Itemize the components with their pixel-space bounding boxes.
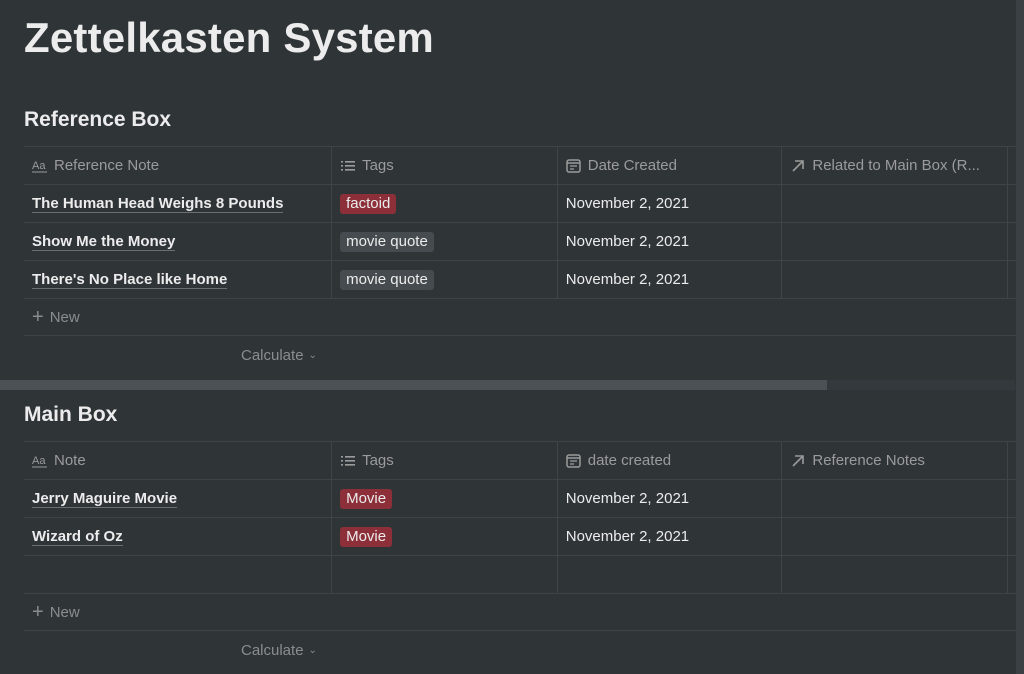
tag-badge: Movie xyxy=(340,488,393,509)
date-cell[interactable]: November 2, 2021 xyxy=(558,480,783,517)
main-box-title[interactable]: Main Box xyxy=(24,403,117,427)
date-value: November 2, 2021 xyxy=(565,233,690,250)
column-header-reference-notes[interactable]: Reference Notes xyxy=(782,442,1009,479)
empty-table-row[interactable] xyxy=(24,556,1024,594)
plus-icon: + xyxy=(32,306,44,328)
list-icon xyxy=(340,158,356,174)
column-label: Tags xyxy=(362,157,394,174)
note-title[interactable]: There's No Place like Home xyxy=(32,271,228,289)
table-row[interactable]: There's No Place like Home movie quote N… xyxy=(24,261,1024,299)
horizontal-scrollbar[interactable] xyxy=(0,380,1015,390)
table-row[interactable]: The Human Head Weighs 8 Pounds factoid N… xyxy=(24,185,1024,223)
note-cell[interactable]: Jerry Maguire Movie xyxy=(24,480,333,517)
column-label: Date Created xyxy=(587,157,677,174)
tag-badge: movie quote xyxy=(340,269,434,290)
date-cell[interactable]: November 2, 2021 xyxy=(558,223,783,260)
column-header-reference-note[interactable]: Aa Reference Note xyxy=(24,147,333,184)
calculate-button[interactable]: Calculate ⌄ xyxy=(241,642,317,659)
column-label: Note xyxy=(54,452,86,469)
note-cell[interactable]: Wizard of Oz xyxy=(24,518,333,555)
new-label: New xyxy=(49,603,80,621)
note-title[interactable]: Jerry Maguire Movie xyxy=(32,490,178,508)
vertical-scrollbar[interactable] xyxy=(1016,0,1024,674)
column-label: Reference Note xyxy=(54,157,160,174)
date-value: November 2, 2021 xyxy=(565,490,690,507)
text-aa-icon: Aa xyxy=(32,158,48,174)
column-header-related[interactable]: Related to Main Box (R... xyxy=(782,147,1009,184)
note-title[interactable]: The Human Head Weighs 8 Pounds xyxy=(32,195,284,213)
chevron-down-icon: ⌄ xyxy=(308,349,317,361)
column-header-tags[interactable]: Tags xyxy=(332,147,558,184)
column-header-note[interactable]: Aa Note xyxy=(24,442,333,479)
table-row[interactable]: Wizard of Oz Movie November 2, 2021 xyxy=(24,518,1024,556)
relation-cell[interactable] xyxy=(782,223,1009,260)
calendar-icon xyxy=(566,453,582,469)
svg-text:Aa: Aa xyxy=(32,160,46,172)
date-cell[interactable]: November 2, 2021 xyxy=(558,185,783,222)
calculate-row: Calculate ⌄ xyxy=(24,336,1024,374)
calculate-label: Calculate xyxy=(241,641,304,659)
column-header-date-created[interactable]: Date Created xyxy=(558,147,783,184)
note-title[interactable]: Wizard of Oz xyxy=(32,528,123,546)
new-row-button[interactable]: + New xyxy=(24,299,1024,336)
relation-cell[interactable] xyxy=(782,261,1009,298)
relation-arrow-icon xyxy=(790,158,806,174)
note-title[interactable]: Show Me the Money xyxy=(32,233,176,251)
note-cell[interactable]: The Human Head Weighs 8 Pounds xyxy=(24,185,333,222)
column-label: Related to Main Box (R... xyxy=(812,157,980,174)
new-label: New xyxy=(49,308,80,326)
column-label: Tags xyxy=(362,452,394,469)
relation-cell[interactable] xyxy=(782,518,1009,555)
table-header-row: Aa Reference Note Tags Date Created Rela… xyxy=(24,146,1024,185)
relation-arrow-icon xyxy=(790,453,806,469)
tag-badge: Movie xyxy=(340,526,393,547)
text-aa-icon: Aa xyxy=(32,453,48,469)
tags-cell[interactable]: movie quote xyxy=(332,223,558,260)
reference-box-title[interactable]: Reference Box xyxy=(24,108,171,132)
relation-cell[interactable] xyxy=(782,480,1009,517)
tag-badge: factoid xyxy=(340,193,397,214)
column-header-date-created[interactable]: date created xyxy=(558,442,783,479)
column-header-tags[interactable]: Tags xyxy=(332,442,558,479)
date-cell[interactable]: November 2, 2021 xyxy=(558,261,783,298)
list-icon xyxy=(340,453,356,469)
reference-box-table: Aa Reference Note Tags Date Created Rela… xyxy=(24,146,1024,374)
column-label: date created xyxy=(587,452,672,469)
tag-badge: movie quote xyxy=(340,231,434,252)
svg-text:Aa: Aa xyxy=(32,455,46,467)
page-title: Zettelkasten System xyxy=(24,14,434,61)
table-row[interactable]: Show Me the Money movie quote November 2… xyxy=(24,223,1024,261)
horizontal-scrollbar-thumb[interactable] xyxy=(0,380,827,390)
relation-cell[interactable] xyxy=(782,185,1009,222)
tags-cell[interactable]: Movie xyxy=(332,480,558,517)
plus-icon: + xyxy=(32,601,44,623)
note-cell[interactable]: Show Me the Money xyxy=(24,223,333,260)
date-value: November 2, 2021 xyxy=(565,195,690,212)
table-row[interactable]: Jerry Maguire Movie Movie November 2, 20… xyxy=(24,480,1024,518)
table-header-row: Aa Note Tags date created Reference Note… xyxy=(24,441,1024,480)
tags-cell[interactable]: movie quote xyxy=(332,261,558,298)
tags-cell[interactable]: factoid xyxy=(332,185,558,222)
tags-cell[interactable]: Movie xyxy=(332,518,558,555)
calculate-row: Calculate ⌄ xyxy=(24,631,1024,669)
chevron-down-icon: ⌄ xyxy=(308,644,317,656)
date-value: November 2, 2021 xyxy=(565,528,690,545)
date-cell[interactable]: November 2, 2021 xyxy=(558,518,783,555)
calendar-icon xyxy=(566,158,582,174)
main-box-table: Aa Note Tags date created Reference Note… xyxy=(24,441,1024,669)
date-value: November 2, 2021 xyxy=(565,271,690,288)
new-row-button[interactable]: + New xyxy=(24,594,1024,631)
column-label: Reference Notes xyxy=(812,452,925,469)
calculate-button[interactable]: Calculate ⌄ xyxy=(241,347,317,364)
calculate-label: Calculate xyxy=(241,346,304,364)
note-cell[interactable]: There's No Place like Home xyxy=(24,261,333,298)
